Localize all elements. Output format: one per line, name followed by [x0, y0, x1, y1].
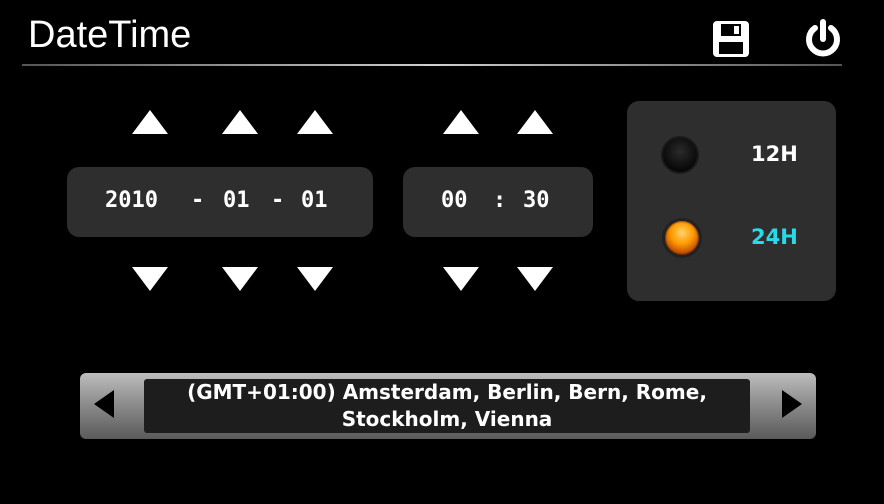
day-up-button[interactable] — [297, 110, 333, 134]
month-value: 01 — [223, 188, 250, 213]
minute-down-button[interactable] — [517, 267, 553, 291]
mode-label-12h[interactable]: 12H — [751, 142, 798, 166]
timezone-selector: (GMT+01:00) Amsterdam, Berlin, Bern, Rom… — [80, 373, 816, 439]
hour-down-button[interactable] — [443, 267, 479, 291]
year-up-button[interactable] — [132, 110, 168, 134]
year-value: 2010 — [105, 188, 158, 213]
time-separator: : — [493, 188, 507, 213]
month-up-button[interactable] — [222, 110, 258, 134]
date-separator: - — [271, 188, 285, 213]
timezone-text: (GMT+01:00) Amsterdam, Berlin, Bern, Rom… — [187, 380, 707, 431]
hour-up-button[interactable] — [443, 110, 479, 134]
save-button[interactable] — [706, 14, 756, 64]
power-icon — [806, 19, 840, 57]
power-button[interactable] — [798, 14, 848, 64]
date-separator: - — [191, 188, 205, 213]
timezone-prev-button[interactable] — [94, 390, 114, 418]
radio-24h[interactable] — [662, 218, 702, 258]
page-title: DateTime — [28, 14, 192, 56]
hour-value: 00 — [441, 188, 468, 213]
day-down-button[interactable] — [297, 267, 333, 291]
date-field: 2010 - 01 - 01 — [67, 167, 373, 237]
floppy-disk-icon — [713, 21, 749, 57]
clock-mode-panel: 12H 24H — [627, 101, 836, 301]
year-down-button[interactable] — [132, 267, 168, 291]
datetime-screen: DateTime 2010 - 01 - 01 00 : 30 12H 24H … — [0, 0, 884, 504]
mode-label-24h[interactable]: 24H — [751, 225, 798, 249]
title-divider — [22, 64, 842, 66]
month-down-button[interactable] — [222, 267, 258, 291]
minute-up-button[interactable] — [517, 110, 553, 134]
day-value: 01 — [301, 188, 328, 213]
radio-12h[interactable] — [661, 136, 699, 174]
time-field: 00 : 30 — [403, 167, 593, 237]
timezone-next-button[interactable] — [782, 390, 802, 418]
minute-value: 30 — [523, 188, 550, 213]
timezone-display: (GMT+01:00) Amsterdam, Berlin, Bern, Rom… — [144, 379, 750, 433]
